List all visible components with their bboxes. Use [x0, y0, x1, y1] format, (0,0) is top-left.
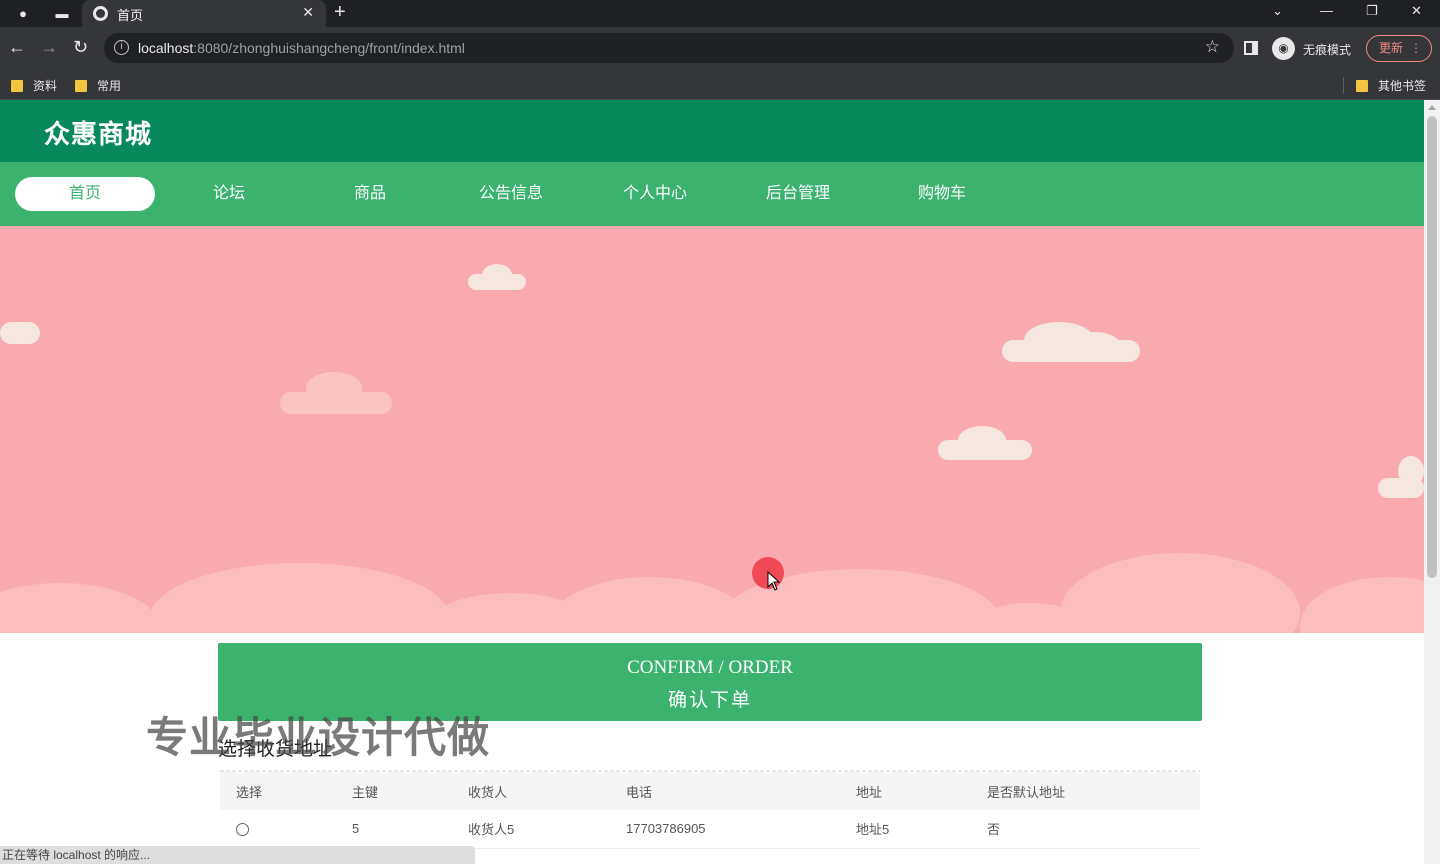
- nav-item-cart[interactable]: 购物车: [872, 177, 1012, 211]
- scroll-up-icon[interactable]: [1428, 105, 1436, 110]
- nav-item-home[interactable]: 首页: [15, 177, 155, 211]
- watermark-text: 专业毕业设计代做: [146, 714, 491, 761]
- incognito-icon: ◉: [1272, 37, 1295, 60]
- cloud-decoration: [0, 322, 40, 344]
- hero-banner: [0, 226, 1424, 633]
- cloud-decoration: [958, 426, 1006, 454]
- folder-icon: [1356, 80, 1368, 92]
- cloud-decoration: [306, 372, 362, 404]
- update-label: 更新: [1379, 41, 1404, 55]
- column-header: 是否默认地址: [987, 784, 1066, 800]
- address-bar[interactable]: i localhost:8080/zhonghuishangcheng/fron…: [104, 33, 1234, 63]
- reload-icon[interactable]: ↻: [73, 37, 88, 58]
- loading-status: 正在等待 localhost 的响应...: [0, 846, 475, 864]
- incognito-label: 无痕模式: [1303, 43, 1352, 57]
- update-button[interactable]: 更新 ⋮: [1366, 35, 1432, 62]
- site-nav: 首页 论坛 商品 公告信息 个人中心 后台管理 购物车: [0, 162, 1424, 226]
- tab-search-icon[interactable]: ▬: [52, 4, 72, 24]
- info-icon[interactable]: i: [114, 40, 129, 55]
- window-close-icon[interactable]: ✕: [1411, 3, 1422, 19]
- url-text: localhost:8080/zhonghuishangcheng/front/…: [138, 40, 465, 56]
- new-tab-icon[interactable]: +: [334, 1, 346, 24]
- back-icon[interactable]: ←: [8, 37, 26, 58]
- star-icon[interactable]: ☆: [1205, 37, 1220, 57]
- globe-icon: [93, 6, 108, 21]
- bookmarks-divider: [1343, 77, 1344, 94]
- folder-icon: [75, 80, 87, 92]
- hill-decoration: [1060, 553, 1300, 633]
- table-row[interactable]: 5 收货人5 17703786905 地址5 否: [220, 810, 1200, 849]
- confirm-title-en: CONFIRM / ORDER: [627, 657, 793, 678]
- cloud-decoration: [1398, 456, 1424, 486]
- column-header: 电话: [626, 784, 653, 800]
- nav-item-admin[interactable]: 后台管理: [728, 177, 868, 211]
- nav-item-forum[interactable]: 论坛: [159, 177, 299, 211]
- site-header: 众惠商城: [0, 100, 1424, 162]
- close-icon[interactable]: ✕: [302, 4, 314, 21]
- nav-item-user-center[interactable]: 个人中心: [585, 177, 725, 211]
- hill-decoration: [0, 583, 160, 633]
- nav-item-products[interactable]: 商品: [300, 177, 440, 211]
- bookmark-folder-other[interactable]: 其他书签: [1356, 77, 1426, 94]
- minimize-icon[interactable]: —: [1320, 3, 1333, 18]
- folder-icon: [11, 80, 23, 92]
- bookmark-folder-changyong[interactable]: 常用: [75, 77, 121, 94]
- column-header: 选择: [236, 784, 263, 800]
- browser-tab-strip: ● ▬ 首页 ✕ + ⌄ — ❐ ✕: [0, 0, 1440, 27]
- cloud-decoration: [1070, 332, 1120, 358]
- column-header: 地址: [856, 784, 883, 800]
- browser-tab-active[interactable]: 首页 ✕: [82, 0, 326, 27]
- hill-decoration: [150, 563, 450, 633]
- table-header-row: 选择 主键 收货人 电话 地址 是否默认地址: [220, 772, 1200, 810]
- page-scrollbar[interactable]: [1424, 100, 1440, 864]
- side-panel-icon[interactable]: [1244, 41, 1258, 55]
- address-radio[interactable]: [236, 823, 249, 837]
- page-viewport: 众惠商城 首页 论坛 商品 公告信息 个人中心 后台管理 购物车 CONFIRM…: [0, 100, 1424, 864]
- nav-item-announcements[interactable]: 公告信息: [441, 177, 581, 211]
- chevron-down-icon[interactable]: ⌄: [1272, 3, 1283, 19]
- hill-decoration: [1300, 577, 1424, 633]
- site-logo[interactable]: 众惠商城: [44, 114, 152, 151]
- mouse-cursor-icon: [767, 571, 781, 591]
- globe-icon[interactable]: ●: [13, 4, 33, 24]
- id-cell: 5: [336, 810, 452, 849]
- address-cell: 地址5: [840, 810, 971, 849]
- bookmarks-bar: 资料 常用 其他书签: [0, 71, 1440, 100]
- column-header: 主键: [352, 784, 379, 800]
- column-header: 收货人: [468, 784, 508, 800]
- recipient-cell: 收货人5: [452, 810, 610, 849]
- bookmark-folder-ziliao[interactable]: 资料: [11, 77, 57, 94]
- address-table: 选择 主键 收货人 电话 地址 是否默认地址 5 收货人5 1770378690…: [220, 772, 1200, 849]
- phone-cell: 17703786905: [610, 810, 840, 849]
- scrollbar-thumb[interactable]: [1427, 116, 1437, 578]
- more-icon: ⋮: [1410, 41, 1422, 55]
- forward-icon[interactable]: →: [40, 37, 58, 58]
- default-cell: 否: [971, 810, 1200, 849]
- tab-title: 首页: [117, 8, 144, 23]
- cloud-decoration: [482, 264, 512, 286]
- browser-toolbar: ← → ↻ i localhost:8080/zhonghuishangchen…: [0, 27, 1440, 71]
- restore-icon[interactable]: ❐: [1366, 3, 1378, 19]
- select-cell: [220, 810, 336, 849]
